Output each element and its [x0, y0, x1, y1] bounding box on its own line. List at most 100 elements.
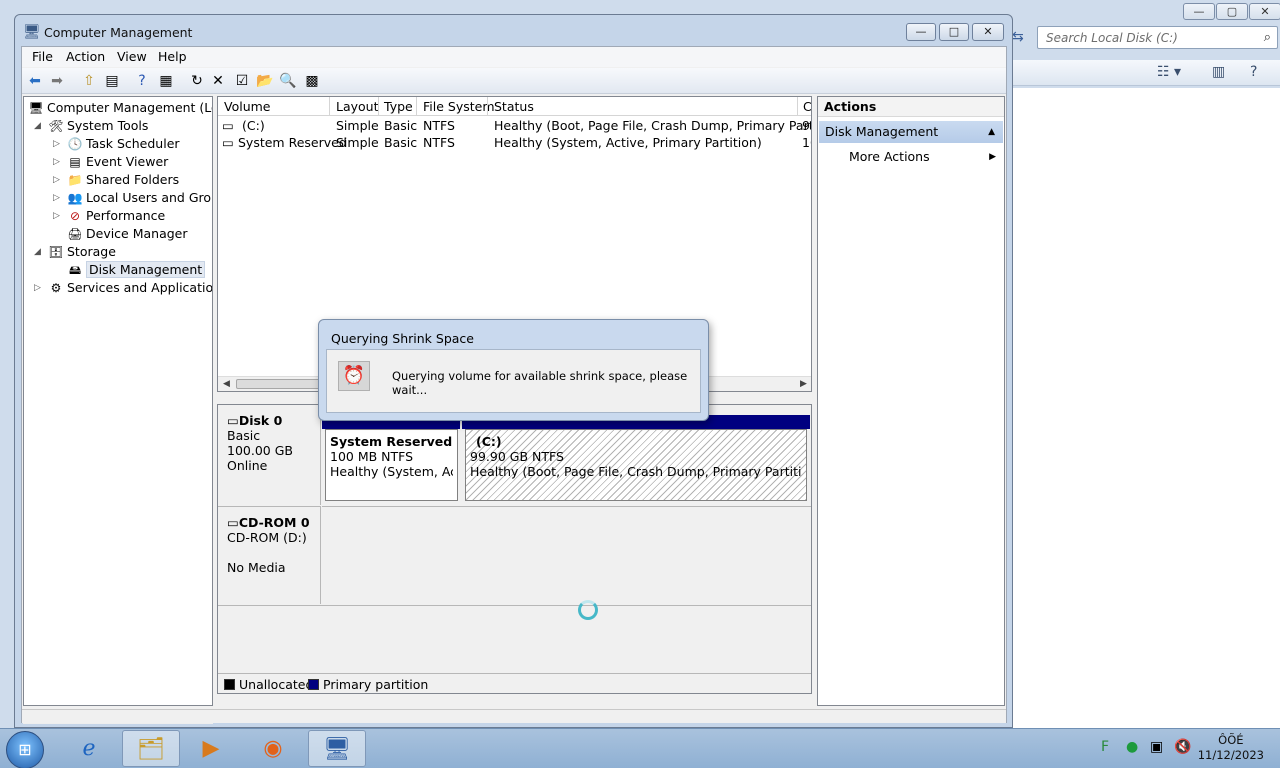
tree-item-root[interactable]: 🖥Computer Management (Local [28, 99, 212, 117]
help-topic-icon[interactable]: ? [132, 71, 152, 91]
tools-icon: 🛠 [48, 119, 64, 133]
tree-item-event-viewer[interactable]: ▷ ▤ Event Viewer [53, 153, 168, 171]
disk-0-name: Disk 0 [238, 413, 283, 428]
firefox-icon[interactable]: ◉ [244, 730, 302, 767]
expand-icon[interactable]: ▷ [34, 279, 44, 297]
show-hide-action-pane-icon[interactable]: ▦ [156, 71, 176, 91]
column-type[interactable]: Type [384, 99, 413, 118]
toolbar: ⬅ ➡ ⇧ ▤ ? ▦ ↻ ✕ ☑ 📂 🔍 ▩ [22, 68, 1006, 94]
menu-view[interactable]: View [117, 49, 147, 64]
tree-item-shared-folders[interactable]: ▷ 📁 Shared Folders [53, 171, 179, 189]
open-icon[interactable]: 📂 [255, 71, 275, 91]
refresh-icon[interactable]: ↻ [187, 71, 207, 91]
cdrom-0-media: No Media [227, 560, 286, 575]
cell-type: Basic [384, 118, 418, 133]
start-button[interactable]: ⊞ [6, 731, 44, 768]
computer-management-taskbar-icon[interactable]: 🖥 [308, 730, 366, 767]
search-volume-icon[interactable]: 🔍 [278, 71, 298, 91]
delete-icon[interactable]: ✕ [208, 71, 228, 91]
search-placeholder: Search Local Disk (C:) [1046, 31, 1178, 45]
clock-icon: 🕓 [67, 137, 83, 151]
menu-action[interactable]: Action [66, 49, 105, 64]
menu-help[interactable]: Help [158, 49, 187, 64]
bg-refresh-icon[interactable]: ⇆ [1012, 29, 1032, 49]
legend: Unallocated Primary partition [218, 673, 811, 693]
partition-c-drive[interactable]: (C:) 99.90 GB NTFS Healthy (Boot, Page F… [465, 429, 807, 501]
more-actions-item[interactable]: More Actions ▶ [818, 147, 1004, 167]
tree-item-storage[interactable]: ◢ 🗄 Storage [34, 243, 116, 261]
tree-item-disk-management[interactable]: 🖴 Disk Management [67, 261, 206, 279]
disk-properties-icon[interactable]: ▩ [302, 71, 322, 91]
help-icon[interactable]: ? [1250, 64, 1257, 80]
scroll-left-icon[interactable]: ◀ [223, 377, 230, 391]
table-row[interactable]: ▭ System Reserved Simple Basic NTFS Heal… [218, 135, 811, 152]
partition-size: 100 MB NTFS [330, 449, 414, 464]
volume-list-header: Volume Layout Type File System Status C [218, 97, 811, 116]
collapse-icon[interactable]: ◢ [34, 243, 44, 261]
maximize-button[interactable]: □ [939, 23, 969, 41]
menu-file[interactable]: File [32, 49, 53, 64]
bg-maximize-button[interactable]: ▢ [1216, 3, 1248, 20]
tree-item-performance[interactable]: ▷ ⊘ Performance [53, 207, 165, 225]
tree-item-system-tools[interactable]: ◢ 🛠 System Tools [34, 117, 148, 135]
column-status[interactable]: Status [494, 99, 534, 118]
tree-item-device-manager[interactable]: 🖨 Device Manager [67, 225, 187, 243]
scroll-right-icon[interactable]: ▶ [800, 377, 807, 391]
bg-close-button[interactable]: ✕ [1249, 3, 1280, 20]
column-capacity[interactable]: C [803, 99, 811, 118]
actions-section-disk-management[interactable]: Disk Management ▲ [819, 121, 1003, 143]
computer-management-icon: 🖥 [23, 24, 41, 40]
expand-icon[interactable]: ▷ [53, 189, 63, 207]
tree-item-local-users[interactable]: ▷👥Local Users and Groups [53, 189, 212, 207]
cell-file-system: NTFS [423, 118, 455, 133]
up-folder-icon[interactable]: ⇧ [79, 71, 99, 91]
clock-time: ÔÕÉ [1218, 733, 1244, 747]
cell-volume: System Reserved [238, 135, 347, 150]
media-player-icon[interactable]: ▶ [182, 730, 240, 767]
disk-0-size: 100.00 GB [227, 443, 293, 458]
expand-icon[interactable]: ▷ [53, 207, 63, 225]
cdrom-0-label[interactable]: ▭CD-ROM 0 CD-ROM (D:) No Media [218, 506, 321, 604]
back-arrow-icon[interactable]: ⬅ [25, 71, 45, 91]
tree-item-task-scheduler[interactable]: ▷ 🕓 Task Scheduler [53, 135, 180, 153]
disk-0-label[interactable]: ▭Disk 0 Basic 100.00 GB Online [218, 405, 321, 505]
window-title: Computer Management [44, 25, 193, 40]
view-options-icon[interactable]: ☷ ▾ [1157, 64, 1181, 80]
column-layout[interactable]: Layout [336, 99, 379, 118]
internet-explorer-icon[interactable]: ℯ [60, 730, 118, 767]
column-volume[interactable]: Volume [224, 99, 271, 118]
show-hide-tree-icon[interactable]: ▤ [102, 71, 122, 91]
disk-0-partitions: System Reserved 100 MB NTFS Healthy (Sys… [322, 413, 810, 505]
search-icon[interactable]: ⌕ [1264, 30, 1271, 45]
preview-pane-icon[interactable]: ▥ [1212, 64, 1225, 80]
tree-item-services[interactable]: ▷ ⚙ Services and Applications [34, 279, 212, 297]
minimize-button[interactable]: — [906, 23, 936, 41]
close-button[interactable]: ✕ [972, 23, 1004, 41]
scrollbar-thumb[interactable] [236, 379, 326, 389]
properties-icon[interactable]: ☑ [232, 71, 252, 91]
cdrom-icon: ▭ [227, 515, 239, 530]
title-bar[interactable]: 🖥 Computer Management — □ ✕ [15, 15, 1012, 47]
partition-name: (C:) [476, 434, 502, 449]
shared-folder-icon: 📁 [67, 173, 83, 187]
column-file-system[interactable]: File System [423, 99, 495, 118]
tray-app-icon[interactable]: F [1101, 739, 1109, 755]
tray-security-icon[interactable]: ● [1126, 739, 1138, 755]
expand-icon[interactable]: ▷ [53, 171, 63, 189]
cell-file-system: NTFS [423, 135, 455, 150]
partition-system-reserved[interactable]: System Reserved 100 MB NTFS Healthy (Sys… [325, 429, 458, 501]
clock[interactable]: ÔÕÉ 11/12/2023 [1198, 733, 1264, 763]
volume-muted-icon[interactable]: 🔇 [1174, 739, 1191, 755]
network-icon[interactable]: ▣ [1150, 739, 1163, 755]
event-log-icon: ▤ [69, 155, 81, 169]
forward-arrow-icon[interactable]: ➡ [47, 71, 67, 91]
table-row[interactable]: ▭ (C:) Simple Basic NTFS Healthy (Boot, … [218, 118, 811, 135]
windows-explorer-icon[interactable]: 🗂 [122, 730, 180, 767]
collapse-icon[interactable]: ◢ [34, 117, 44, 135]
collapse-up-icon[interactable]: ▲ [988, 121, 995, 143]
expand-icon[interactable]: ▷ [53, 135, 63, 153]
expand-icon[interactable]: ▷ [53, 153, 63, 171]
querying-shrink-dialog: Querying Shrink Space ⏰ Querying volume … [318, 319, 709, 421]
search-input[interactable]: Search Local Disk (C:) ⌕ [1037, 26, 1278, 49]
bg-minimize-button[interactable]: — [1183, 3, 1215, 20]
